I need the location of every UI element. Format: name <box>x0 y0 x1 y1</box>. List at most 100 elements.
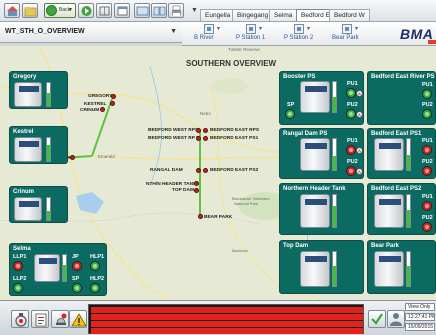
site-marker-bedford-east-ps1[interactable] <box>203 136 208 141</box>
pump-pu2[interactable] <box>346 109 356 119</box>
pump-label-pu2: PU2 <box>347 102 358 108</box>
pump-llp1[interactable] <box>13 261 23 271</box>
top-toolbar: Back ▼ ▼ Eungella Bingegang Selma Bedfor… <box>0 0 436 22</box>
panel-bedford-east-river-ps[interactable]: Bedford East River PS PU1 PU2 <box>367 71 436 125</box>
panel-bedford-east-ps1[interactable]: Bedford East PS1 PU1 PU2 <box>367 128 436 179</box>
site-marker-crinum[interactable] <box>100 107 105 112</box>
pump-llp2[interactable] <box>13 283 23 293</box>
site-marker-kestrel[interactable] <box>110 101 115 106</box>
warning-icon[interactable] <box>69 310 87 328</box>
site-marker-bedford-east-rps[interactable] <box>203 128 208 133</box>
nav-item-bear-park[interactable]: ▼ Bear Park <box>332 24 372 44</box>
site-marker-top-dam[interactable] <box>194 188 199 193</box>
panel-selma[interactable]: Selma LLP1 LLP2 JP SP HLP1 HLP2 <box>9 243 107 296</box>
site-marker-bedford-west-rp5[interactable] <box>196 136 201 141</box>
panel-gregory[interactable]: Gregory <box>9 71 68 109</box>
alarm-row[interactable] <box>91 307 363 313</box>
site-marker-header-tank[interactable] <box>194 181 199 186</box>
pump-label-pu2: PU2 <box>347 159 358 165</box>
pump-sp[interactable] <box>72 283 82 293</box>
tab-selma[interactable]: Selma <box>269 9 298 21</box>
print-icon[interactable] <box>168 3 184 18</box>
back-button[interactable]: Back ▼ <box>44 3 76 18</box>
site-marker-selma[interactable] <box>70 155 75 160</box>
forward-icon[interactable] <box>78 3 94 18</box>
level-bar-gregory <box>46 82 51 107</box>
back-arrow-icon <box>46 5 57 16</box>
nav-item-p-station-1[interactable]: ▼ P Station 1 <box>236 24 280 44</box>
tank-level-readout <box>305 86 327 92</box>
map-label-emerald: Emerald <box>98 154 115 159</box>
site-marker-bedford-west-rps[interactable] <box>196 128 201 133</box>
pump-hlp1[interactable] <box>90 261 100 271</box>
panel-title: Bear Park <box>371 243 400 249</box>
panel-rangal-dam-ps[interactable]: Rangal Dam PS PU1 A PU2 A <box>279 128 364 179</box>
pump-pu2[interactable] <box>422 109 432 119</box>
pump-label-pu1: PU1 <box>422 194 433 200</box>
clock-date: 15/09/2015 <box>405 323 435 331</box>
pump-jp[interactable] <box>72 261 82 271</box>
site-label-bedford-east-ps1: BEDFORD EAST PS1 <box>210 136 259 141</box>
panel-title: Bedford East PS2 <box>371 186 422 192</box>
site-marker-gregory[interactable] <box>111 94 116 99</box>
alarm-list[interactable] <box>88 304 364 334</box>
pump-pu1[interactable] <box>422 89 432 99</box>
split-view-icon[interactable] <box>151 3 167 18</box>
pump-pu2[interactable] <box>422 166 432 176</box>
acknowledge-button[interactable] <box>368 310 386 328</box>
report-icon[interactable] <box>31 310 49 328</box>
tank-level-readout <box>19 141 39 147</box>
tabs-menu-caret-icon[interactable]: ▼ <box>191 7 198 14</box>
chevron-down-icon[interactable]: ▼ <box>170 28 177 35</box>
panel-bedford-east-ps2[interactable]: Bedford East PS2 PU1 PU2 <box>367 183 436 235</box>
alarm-row[interactable] <box>91 314 363 320</box>
pump-label-hlp2: HLP2 <box>90 276 105 282</box>
user-login-button[interactable] <box>387 310 405 328</box>
panel-booster-ps[interactable]: Booster PS SP PU1 A PU2 A <box>279 71 364 125</box>
level-bar-kestrel <box>46 137 51 162</box>
panel-title: Bedford East River PS <box>371 74 435 80</box>
pump-hlp2[interactable] <box>90 283 100 293</box>
panel-kestrel[interactable]: Kestrel <box>9 126 68 164</box>
tab-eungella[interactable]: Eungella <box>200 9 236 21</box>
layout-icon[interactable] <box>134 3 150 18</box>
nav-item-b-river[interactable]: ▼ B River <box>194 24 230 44</box>
panel-crinum[interactable]: Crinum <box>9 186 68 223</box>
tank-bedford-east-ps2 <box>374 194 404 228</box>
home-icon[interactable] <box>4 3 20 18</box>
alarm-bell-icon[interactable] <box>51 310 69 328</box>
pump-pu1[interactable] <box>422 145 432 155</box>
site-marker-rangal-dam[interactable] <box>196 168 201 173</box>
tank-level-readout <box>379 199 401 205</box>
site-marker-bedford-east-ps2[interactable] <box>203 168 208 173</box>
alarm-row[interactable] <box>91 321 363 327</box>
alarm-summary-icon[interactable] <box>11 310 29 328</box>
panel-title: Booster PS <box>283 74 316 80</box>
pump-pu2[interactable] <box>346 166 356 176</box>
level-bar-bedford-east-ps1 <box>406 138 411 171</box>
tab-bedford-w[interactable]: Bedford W <box>329 9 370 21</box>
display-title-bar[interactable]: WT_STH_O_OVERVIEW ▼ <box>0 22 182 43</box>
page-icon <box>204 24 214 34</box>
panel-title: Rangal Dam PS <box>283 131 328 137</box>
pump-pu1[interactable] <box>422 201 432 211</box>
tab-bingegang[interactable]: Bingegang <box>232 9 274 21</box>
map-title: SOUTHERN OVERVIEW <box>186 59 277 68</box>
pump-sp[interactable] <box>285 109 295 119</box>
panel-northern-header-tank[interactable]: Northern Header Tank <box>279 183 364 235</box>
level-bar-booster-ps <box>332 81 337 113</box>
panel-bear-park[interactable]: Bear Park <box>367 240 436 294</box>
alarm-row[interactable] <box>91 328 363 334</box>
pump-pu2[interactable] <box>422 222 432 232</box>
nav-item-label: P Station 1 <box>236 35 266 41</box>
tank-bear-park <box>374 251 404 287</box>
site-marker-bear-park[interactable] <box>198 214 203 219</box>
tank-bedford-east-ps1 <box>374 138 404 171</box>
grid-view-icon[interactable] <box>96 3 112 18</box>
window-icon[interactable] <box>114 3 130 18</box>
nav-item-p-station-2[interactable]: ▼ P Station 2 <box>284 24 328 44</box>
pump-pu1[interactable] <box>346 145 356 155</box>
folder-icon[interactable] <box>22 3 38 18</box>
pump-pu1[interactable] <box>346 88 356 98</box>
panel-top-dam[interactable]: Top Dam <box>279 240 364 294</box>
